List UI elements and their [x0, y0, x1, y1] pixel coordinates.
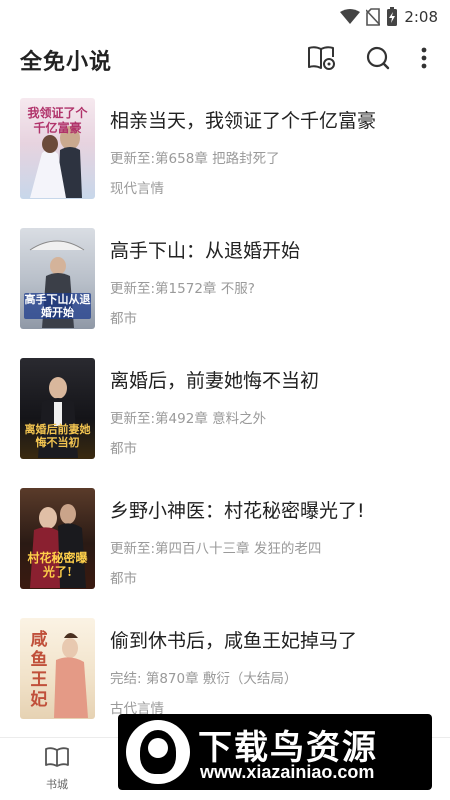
cover-title: 我领证了个千亿富豪 [27, 106, 88, 135]
book-latest-chapter: 更新至:第658章 把路封死了 [110, 151, 280, 167]
book-latest-chapter: 完结: 第870章 敷衍（大结局） [110, 671, 298, 687]
book-latest-chapter: 更新至:第492章 意料之外 [110, 411, 267, 427]
book-title: 偷到休书后，咸鱼王妃掉马了 [110, 630, 358, 652]
book-item[interactable]: 高手下山从退婚开始 高手下山：从退婚开始 更新至:第1572章 不服? 都市 [0, 222, 450, 352]
book-title: 离婚后，前妻她悔不当初 [110, 370, 320, 392]
app-actions [288, 42, 436, 78]
book-cover: 我领证了个千亿富豪 [20, 98, 95, 199]
book-genre: 都市 [110, 571, 137, 587]
book-genre: 都市 [110, 311, 137, 327]
search-icon [365, 45, 391, 75]
cover-title: 村花秘密曝光了! [27, 551, 88, 579]
book-list: 我领证了个千亿富豪 相亲当天，我领证了个千亿富豪 更新至:第658章 把路封死了… [0, 92, 450, 742]
book-cover: 高手下山从退婚开始 [20, 228, 95, 329]
book-item[interactable]: 离婚后前妻她悔不当初 离婚后，前妻她悔不当初 更新至:第492章 意料之外 都市 [0, 352, 450, 482]
app-bar: 全免小说 [0, 36, 450, 82]
book-cover: 离婚后前妻她悔不当初 [20, 358, 95, 459]
bird-logo-icon [126, 720, 190, 784]
book-genre: 现代言情 [110, 181, 164, 197]
status-icons: 2:08 [340, 7, 438, 27]
battery-charging-icon [386, 7, 398, 27]
book-latest-chapter: 更新至:第四百八十三章 发狂的老四 [110, 541, 322, 557]
book-latest-chapter: 更新至:第1572章 不服? [110, 281, 255, 297]
book-title: 高手下山：从退婚开始 [110, 240, 301, 262]
cover-title: 咸鱼王妃 [30, 630, 48, 710]
no-sim-icon [366, 8, 381, 26]
wifi-icon [340, 9, 361, 25]
cover-title: 高手下山从退婚开始 [24, 293, 91, 319]
book-item[interactable]: 村花秘密曝光了! 乡野小神医：村花秘密曝光了! 更新至:第四百八十三章 发狂的老… [0, 482, 450, 612]
book-cover: 村花秘密曝光了! [20, 488, 95, 589]
search-button[interactable] [356, 42, 400, 78]
status-bar: 2:08 [0, 0, 450, 34]
app-title: 全免小说 [20, 50, 113, 75]
nav-item-bookstore[interactable]: 书城 [12, 744, 102, 792]
cover-title: 离婚后前妻她悔不当初 [24, 423, 91, 449]
watermark-url: www.xiazainiao.com [200, 762, 375, 782]
more-vert-icon [421, 46, 427, 74]
book-open-icon [44, 746, 70, 772]
book-genre: 都市 [110, 441, 137, 457]
clock-time: 2:08 [404, 8, 438, 26]
book-title: 相亲当天，我领证了个千亿富豪 [110, 110, 377, 132]
book-item[interactable]: 我领证了个千亿富豪 相亲当天，我领证了个千亿富豪 更新至:第658章 把路封死了… [0, 92, 450, 222]
more-options-button[interactable] [412, 42, 436, 78]
book-title: 乡野小神医：村花秘密曝光了! [110, 500, 365, 522]
nav-label: 书城 [46, 778, 68, 791]
book-cover: 咸鱼王妃 [20, 618, 95, 719]
bookshelf-button[interactable] [300, 42, 344, 78]
book-search-icon [307, 45, 337, 75]
watermark-banner: 下载鸟资源 www.xiazainiao.com [118, 714, 432, 790]
